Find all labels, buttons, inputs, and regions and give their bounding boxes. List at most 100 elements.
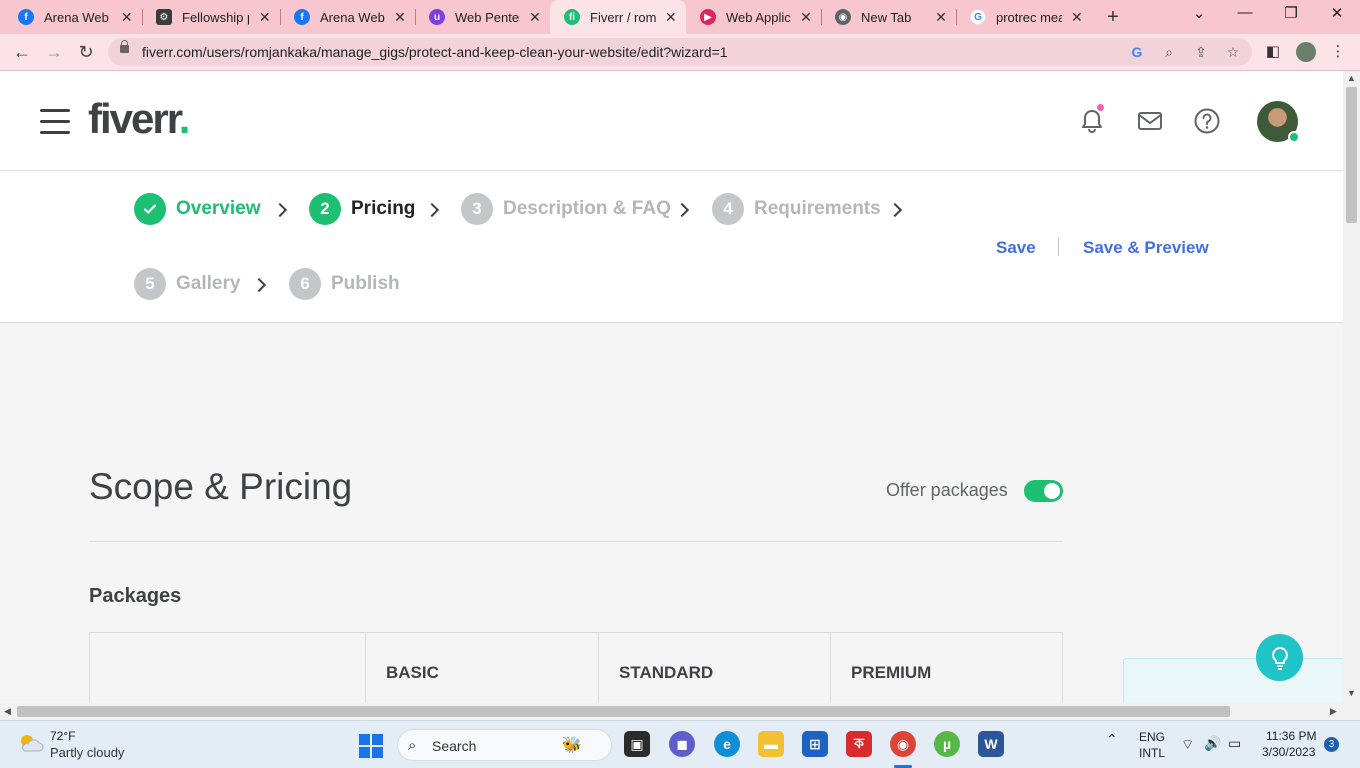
address-bar[interactable]: fiverr.com/users/romjankaka/manage_gigs/… [108, 38, 1252, 66]
gig-wizard-steps: Overview 2 Pricing 3 Description & FAQ 4… [0, 172, 1343, 323]
word-icon[interactable]: W [978, 731, 1004, 757]
url-text[interactable]: fiverr.com/users/romjankaka/manage_gigs/… [142, 44, 728, 60]
reload-button[interactable]: ↻ [74, 40, 98, 64]
restore-button[interactable]: ❐ [1279, 4, 1303, 22]
chat-icon[interactable]: ◼ [669, 731, 695, 757]
close-icon[interactable]: ✕ [393, 9, 407, 26]
partly-cloudy-icon[interactable] [16, 731, 44, 755]
step-overview[interactable]: Overview [134, 193, 261, 225]
clock-time[interactable]: 11:36 PM [1266, 729, 1316, 743]
minimize-button[interactable]: — [1233, 4, 1257, 21]
step-label: Pricing [351, 198, 416, 219]
step-publish[interactable]: 6 Publish [289, 268, 400, 300]
help-tip-panel[interactable] [1123, 658, 1343, 703]
weather-description[interactable]: Partly cloudy [50, 745, 124, 760]
save-button[interactable]: Save [996, 238, 1036, 258]
back-button[interactable]: ← [10, 40, 34, 64]
tab-search-chevron-icon[interactable]: ⌄ [1187, 4, 1211, 22]
zoom-icon[interactable]: ⌕ [1160, 43, 1178, 61]
file-explorer-icon[interactable]: ▬ [758, 731, 784, 757]
browser-tab[interactable]: ◉ New Tab ✕ [821, 0, 956, 34]
offer-packages-toggle[interactable] [1024, 480, 1063, 502]
new-tab-button[interactable]: + [1102, 6, 1124, 29]
close-icon[interactable]: ✕ [1070, 9, 1084, 26]
store-icon[interactable]: ⊞ [802, 731, 828, 757]
step-number: 2 [309, 193, 341, 225]
browser-toolbar: ← → ↻ fiverr.com/users/romjankaka/manage… [0, 34, 1360, 71]
column-header: PREMIUM [851, 663, 932, 682]
step-pricing[interactable]: 2 Pricing [309, 193, 415, 225]
close-icon[interactable]: ✕ [664, 9, 678, 26]
scroll-up-arrow-icon[interactable]: ▲ [1347, 73, 1356, 83]
google-icon: G [970, 9, 986, 25]
scroll-right-arrow-icon[interactable]: ▶ [1330, 706, 1337, 717]
section-divider [89, 541, 1063, 542]
close-icon[interactable]: ✕ [799, 9, 813, 26]
close-icon[interactable]: ✕ [934, 9, 948, 26]
scroll-left-arrow-icon[interactable]: ◀ [4, 706, 11, 717]
google-lens-icon[interactable]: G [1128, 43, 1146, 61]
browser-tab-active[interactable]: fi Fiverr / romja ✕ [550, 0, 686, 34]
notification-count-badge[interactable]: 3 [1324, 737, 1339, 752]
browser-tab[interactable]: ▶ Web Applicat ✕ [686, 0, 821, 34]
save-and-preview-button[interactable]: Save & Preview [1083, 238, 1209, 258]
weather-temperature[interactable]: 72°F [50, 729, 75, 743]
mail-icon[interactable] [1136, 107, 1164, 135]
tab-title: Arena Web Se [44, 9, 111, 25]
battery-icon[interactable]: ▭ [1228, 735, 1241, 752]
package-column-basic: BASIC [365, 633, 598, 703]
app-red-icon[interactable]: ক [846, 731, 872, 757]
browser-tab[interactable]: G protrec mean ✕ [956, 0, 1092, 34]
lock-icon[interactable] [120, 40, 129, 53]
volume-icon[interactable]: 🔊 [1204, 735, 1221, 752]
side-panel-icon[interactable]: ◧ [1263, 42, 1283, 62]
windows-start-icon[interactable] [359, 734, 383, 758]
wifi-icon[interactable]: ⌔ [1181, 736, 1194, 754]
tab-title: New Tab [861, 9, 912, 25]
site-header: fiverr. [0, 71, 1343, 171]
close-icon[interactable]: ✕ [119, 9, 134, 26]
hamburger-menu-icon[interactable] [40, 109, 70, 134]
browser-tab[interactable]: f Arena Web Se ✕ [4, 0, 142, 34]
keyboard-layout-indicator[interactable]: INTL [1139, 746, 1165, 760]
browser-tab[interactable]: f Arena Web Se ✕ [280, 0, 415, 34]
browser-tab[interactable]: u Web Pentesti ✕ [415, 0, 550, 34]
step-gallery[interactable]: 5 Gallery [134, 268, 240, 300]
profile-avatar[interactable] [1296, 42, 1316, 62]
close-icon[interactable]: ✕ [257, 9, 272, 26]
share-icon[interactable]: ⇪ [1192, 43, 1210, 61]
language-indicator[interactable]: ENG [1139, 730, 1165, 744]
step-label: Gallery [176, 273, 241, 294]
clock-date[interactable]: 3/30/2023 [1262, 745, 1315, 759]
step-requirements[interactable]: 4 Requirements [712, 193, 881, 225]
menu-kebab-icon[interactable]: ⋮ [1328, 42, 1348, 62]
vertical-scrollbar[interactable]: ▲ ▼ [1343, 71, 1360, 703]
scrollbar-thumb[interactable] [17, 706, 1230, 717]
task-view-icon[interactable]: ▣ [624, 731, 650, 757]
step-description-faq[interactable]: 3 Description & FAQ [461, 193, 671, 225]
help-icon[interactable] [1193, 107, 1221, 135]
forward-button[interactable]: → [42, 40, 66, 64]
lightbulb-icon[interactable] [1256, 634, 1303, 681]
browser-tab[interactable]: ⚙ Fellowship pr ✕ [142, 0, 280, 34]
bell-icon[interactable] [1078, 107, 1106, 135]
column-header: STANDARD [619, 663, 714, 682]
bookmark-star-icon[interactable]: ☆ [1224, 43, 1242, 61]
step-number: 4 [712, 193, 744, 225]
step-number: 6 [289, 268, 321, 300]
fiverr-logo[interactable]: fiverr. [88, 95, 190, 143]
chevron-up-icon[interactable]: ⌃ [1106, 731, 1118, 748]
edge-icon[interactable]: e [714, 731, 740, 757]
taskbar-search[interactable]: ⌕ Search 🐝 [397, 729, 612, 761]
scroll-down-arrow-icon[interactable]: ▼ [1347, 688, 1356, 698]
window-close-button[interactable]: ✕ [1325, 4, 1349, 22]
chrome-icon[interactable]: ◉ [890, 731, 916, 757]
facebook-icon: f [18, 9, 34, 25]
browser-tab-strip: f Arena Web Se ✕ ⚙ Fellowship pr ✕ f Are… [0, 0, 1360, 34]
divider [1058, 238, 1059, 256]
horizontal-scrollbar[interactable]: ◀ ▶ [0, 703, 1360, 720]
scrollbar-thumb[interactable] [1346, 87, 1357, 223]
close-icon[interactable]: ✕ [528, 9, 542, 26]
utorrent-icon[interactable]: µ [934, 731, 960, 757]
page-title: Scope & Pricing [89, 466, 353, 507]
